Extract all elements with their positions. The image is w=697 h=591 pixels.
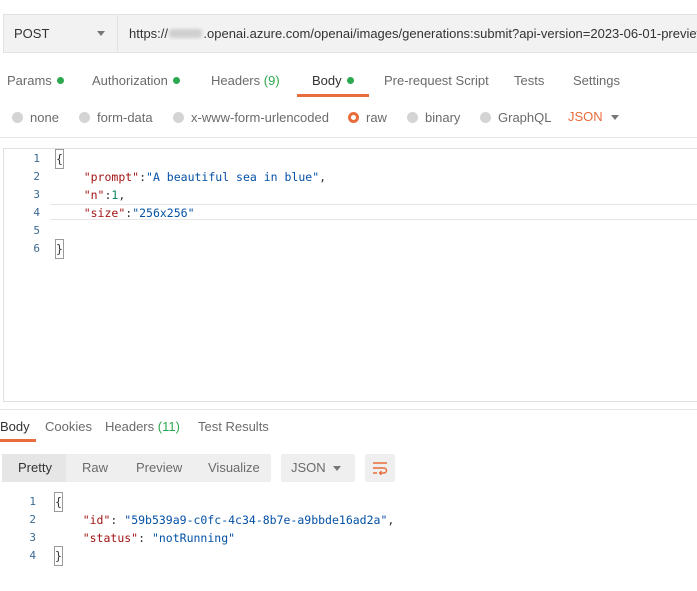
response-body-viewer[interactable]: 1 { 2 "id": "59b539a9-c0fc-4c34-8b7e-a9b… [0,492,697,572]
method-label: POST [14,26,50,41]
body-format-dropdown[interactable]: JSON [568,106,603,128]
radio-circle [480,111,491,123]
divider [0,409,697,410]
radio-x-www-form-urlencoded[interactable]: x-www-form-urlencoded [173,106,329,128]
radio-circle-selected [348,111,359,123]
request-body-editor[interactable]: 1 { 2 "prompt":"A beautiful sea in blue"… [3,148,697,402]
active-tab-underline [297,94,369,97]
response-view-switcher: Pretty Raw Preview Visualize [2,454,271,482]
url-prefix: https:// [129,26,169,41]
tab-settings[interactable]: Settings [573,64,620,98]
url-input[interactable]: https:// .openai.azure.com/openai/images/… [117,14,697,53]
tab-tests[interactable]: Tests [514,64,544,98]
chevron-down-icon [333,466,341,471]
code-line: 1 { [33,149,64,169]
radio-binary[interactable]: binary [407,106,460,128]
view-preview-button[interactable]: Preview [124,454,194,482]
body-type-radios: none form-data x-www-form-urlencoded raw… [0,106,697,128]
tab-pre-request-script[interactable]: Pre-request Script [384,64,489,98]
status-dot [56,77,64,84]
chevron-down-icon [97,31,105,36]
active-response-tab-underline [0,439,36,442]
code-line: 1 { [29,492,63,512]
code-line: 2 "prompt":"A beautiful sea in blue", [33,170,327,184]
response-tab-body[interactable]: Body [0,412,30,442]
code-line: 4 } [29,546,63,566]
view-pretty-button[interactable]: Pretty [2,454,66,482]
tab-body[interactable]: Body [312,64,354,98]
tab-headers[interactable]: Headers (9) [211,64,280,98]
code-line: 6 } [33,239,64,259]
radio-graphql[interactable]: GraphQL [480,106,551,128]
view-visualize-button[interactable]: Visualize [196,454,272,482]
wrap-lines-button[interactable] [365,454,395,482]
code-line: 2 "id": "59b539a9-c0fc-4c34-8b7e-a9bbde1… [29,513,395,527]
code-line: 3 "status": "notRunning" [29,531,236,545]
tab-authorization[interactable]: Authorization [92,64,180,98]
wrap-lines-icon [373,462,388,475]
radio-none[interactable]: none [12,106,59,128]
tab-params[interactable]: Params [7,64,64,98]
status-dot [172,77,180,84]
status-dot [346,77,354,84]
redacted-resource-name [169,29,203,38]
radio-circle [12,111,23,123]
response-format-select[interactable]: JSON [281,454,355,482]
code-line: 5 [33,224,40,237]
url-suffix: .openai.azure.com/openai/images/generati… [203,26,697,41]
response-tab-test-results[interactable]: Test Results [198,412,269,442]
radio-circle [173,111,184,123]
chevron-down-icon [611,115,619,120]
code-line: 4 "size":"256x256" [33,206,195,220]
response-tab-cookies[interactable]: Cookies [45,412,92,442]
radio-raw[interactable]: raw [348,106,387,128]
radio-circle [79,111,90,123]
view-raw-button[interactable]: Raw [70,454,120,482]
divider [0,137,697,138]
method-select[interactable]: POST [3,14,117,53]
radio-form-data[interactable]: form-data [79,106,153,128]
radio-circle [407,111,418,123]
response-tab-headers[interactable]: Headers (11) [105,412,180,442]
code-line: 3 "n":1, [33,188,126,202]
